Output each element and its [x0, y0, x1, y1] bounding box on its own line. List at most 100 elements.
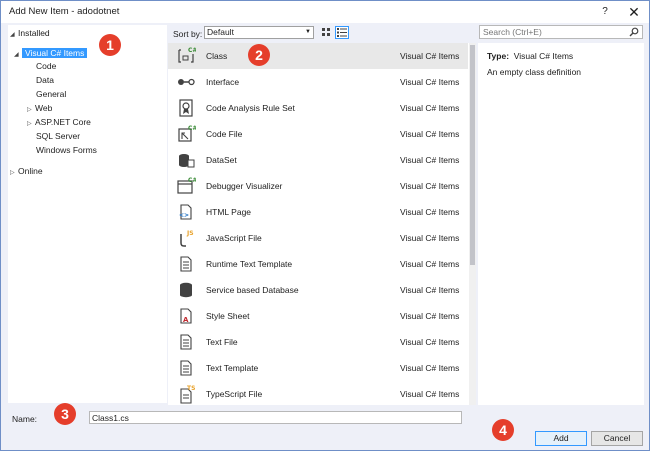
- tree-node-general[interactable]: General: [36, 88, 66, 101]
- template-item-debugger-visualizer[interactable]: C# Debugger Visualizer Visual C# Items: [168, 173, 468, 199]
- callout-badge: 2: [248, 44, 270, 66]
- callout-badge: 3: [54, 403, 76, 425]
- template-name: Service based Database: [206, 285, 299, 295]
- search-box: [479, 25, 643, 39]
- template-name: Code Analysis Rule Set: [206, 103, 295, 113]
- template-category: Visual C# Items: [400, 311, 460, 321]
- detail-description: An empty class definition: [487, 67, 582, 77]
- tree-node-visual-csharp-items[interactable]: ◢ Visual C# Items: [14, 47, 88, 62]
- tree-node-online[interactable]: ▷ Online: [10, 165, 43, 178]
- template-item-text-template[interactable]: Text Template Visual C# Items: [168, 355, 468, 381]
- detail-type-label: Type:: [487, 51, 510, 61]
- svg-text:<>: <>: [179, 212, 189, 219]
- template-item-code-file[interactable]: C# Code File Visual C# Items: [168, 121, 468, 147]
- template-item-dataset[interactable]: DataSet Visual C# Items: [168, 147, 468, 173]
- template-name: Debugger Visualizer: [206, 181, 283, 191]
- template-item-style-sheet[interactable]: A Style Sheet Visual C# Items: [168, 303, 468, 329]
- template-category: Visual C# Items: [400, 103, 460, 113]
- tree-node-data[interactable]: Data: [36, 74, 54, 87]
- template-name: Text Template: [206, 363, 259, 373]
- sort-by-value: Default: [207, 27, 234, 37]
- style-sheet-icon: A: [180, 308, 192, 324]
- template-item-javascript-file[interactable]: JS JavaScript File Visual C# Items: [168, 225, 468, 251]
- tree-node-web[interactable]: ▷ Web: [27, 102, 52, 115]
- template-category: Visual C# Items: [400, 337, 460, 347]
- callout-badge: 1: [99, 34, 121, 56]
- add-button[interactable]: Add: [535, 431, 587, 446]
- expand-arrow-icon[interactable]: ▷: [10, 167, 18, 180]
- template-list: C# Class Visual C# Items Interface Visua…: [168, 43, 476, 405]
- template-item-runtime-text-template[interactable]: Runtime Text Template Visual C# Items: [168, 251, 468, 277]
- tree-node-installed[interactable]: ◢ Installed: [10, 27, 50, 40]
- svg-text:JS: JS: [186, 230, 194, 237]
- dataset-icon: [179, 154, 195, 168]
- cancel-button[interactable]: Cancel: [591, 431, 643, 446]
- typescript-file-icon: TS: [180, 385, 195, 404]
- template-tree: ◢ Installed ◢ Visual C# Items Code Data Ge…: [8, 25, 167, 161]
- help-button[interactable]: ?: [596, 3, 614, 21]
- tree-node-sql-server[interactable]: SQL Server: [36, 130, 80, 143]
- svg-text:TS: TS: [187, 385, 195, 392]
- detail-type: Type: Visual C# Items: [487, 51, 573, 61]
- template-name: Runtime Text Template: [206, 259, 293, 269]
- template-category: Visual C# Items: [400, 155, 460, 165]
- sort-by-dropdown[interactable]: Default ▼: [204, 26, 314, 39]
- text-file-icon: [180, 334, 192, 350]
- interface-icon: [178, 78, 195, 86]
- grid-view-icon: [322, 28, 330, 36]
- template-name: Text File: [206, 337, 238, 347]
- javascript-file-icon: JS: [180, 230, 194, 247]
- template-name: DataSet: [206, 155, 237, 165]
- template-item-html-page[interactable]: <> HTML Page Visual C# Items: [168, 199, 468, 225]
- template-category: Visual C# Items: [400, 129, 460, 139]
- template-item-service-based-database[interactable]: Service based Database Visual C# Items: [168, 277, 468, 303]
- svg-text:C#: C#: [188, 47, 196, 54]
- code-file-icon: C#: [178, 125, 196, 142]
- chevron-down-icon: ▼: [305, 29, 311, 35]
- template-category: Visual C# Items: [400, 259, 460, 269]
- tree-node-windows-forms[interactable]: Windows Forms: [36, 144, 97, 157]
- collapse-arrow-icon[interactable]: ◢: [14, 49, 22, 62]
- text-template-icon: [180, 360, 192, 376]
- tree-node-selected-label: Visual C# Items: [22, 48, 88, 58]
- template-item-code-analysis-rule-set[interactable]: Code Analysis Rule Set Visual C# Items: [168, 95, 468, 121]
- list-view-button[interactable]: [335, 26, 349, 39]
- name-label: Name:: [12, 414, 38, 424]
- template-name: Class: [206, 51, 228, 61]
- search-input[interactable]: [483, 27, 623, 37]
- tree-lower-area: [8, 161, 167, 403]
- template-category: Visual C# Items: [400, 389, 460, 399]
- visualizer-icon: C#: [177, 177, 196, 194]
- small-icons-view-button[interactable]: [319, 26, 333, 39]
- template-name: Interface: [206, 77, 240, 87]
- scrollbar-thumb[interactable]: [470, 45, 475, 265]
- name-input[interactable]: [89, 411, 462, 424]
- window-title: Add New Item - adodotnet: [9, 6, 120, 17]
- template-category: Visual C# Items: [400, 285, 460, 295]
- template-category: Visual C# Items: [400, 77, 460, 87]
- template-category: Visual C# Items: [400, 363, 460, 373]
- template-name: JavaScript File: [206, 233, 262, 243]
- search-icon[interactable]: [629, 27, 639, 37]
- database-icon: [180, 282, 192, 298]
- close-button[interactable]: ✕: [625, 3, 643, 21]
- expand-arrow-icon[interactable]: ▷: [27, 118, 35, 131]
- title-bar: Add New Item - adodotnet ? ✕: [1, 1, 649, 23]
- template-item-text-file[interactable]: Text File Visual C# Items: [168, 329, 468, 355]
- svg-text:C#: C#: [188, 177, 196, 184]
- template-name: HTML Page: [206, 207, 252, 217]
- details-panel: Type: Visual C# Items An empty class def…: [478, 43, 644, 405]
- template-item-interface[interactable]: Interface Visual C# Items: [168, 69, 468, 95]
- tree-node-aspnet-core[interactable]: ▷ ASP.NET Core: [27, 116, 91, 129]
- callout-badge: 4: [492, 419, 514, 441]
- template-list-scrollbar[interactable]: [469, 43, 476, 405]
- template-item-typescript-file[interactable]: TS TypeScript File Visual C# Items: [168, 381, 468, 405]
- tree-node-code[interactable]: Code: [36, 60, 56, 73]
- template-item-class[interactable]: C# Class Visual C# Items: [168, 43, 468, 69]
- list-view-icon: [337, 28, 347, 37]
- detail-type-value: Visual C# Items: [513, 51, 574, 61]
- collapse-arrow-icon[interactable]: ◢: [10, 29, 18, 42]
- svg-text:C#: C#: [188, 125, 196, 132]
- html-page-icon: <>: [179, 204, 192, 220]
- template-category: Visual C# Items: [400, 207, 460, 217]
